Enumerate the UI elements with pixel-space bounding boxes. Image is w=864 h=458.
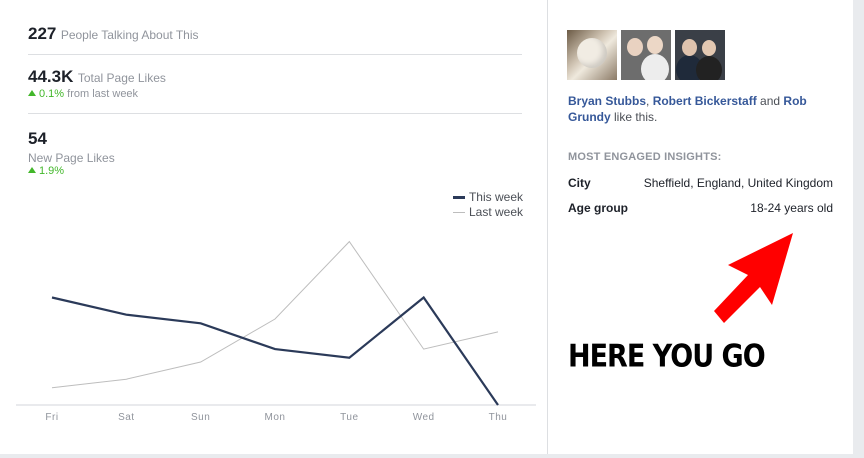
insight-label: Age group <box>568 201 628 215</box>
x-tick-label: Wed <box>413 412 435 423</box>
friends-like-text: Bryan Stubbs, Robert Bickerstaff and Rob… <box>568 93 838 125</box>
engagement-panel: Bryan Stubbs, Robert Bickerstaff and Rob… <box>548 0 853 454</box>
like-suffix: like this. <box>610 110 658 124</box>
friend-link[interactable]: Bryan Stubbs <box>568 94 646 108</box>
legend-label: This week <box>468 190 523 204</box>
separator: , <box>646 94 653 108</box>
insights-card: 227 People Talking About This 44.3K Tota… <box>0 0 548 454</box>
legend-item-this-week: This week <box>452 190 523 204</box>
friend-link[interactable]: Robert Bickerstaff <box>653 94 757 108</box>
last-week-line <box>51 240 499 389</box>
insights-title: MOST ENGAGED INSIGHTS: <box>568 151 722 163</box>
x-tick-label: Sat <box>118 412 135 423</box>
x-tick-label: Thu <box>489 412 508 423</box>
x-tick-label: Fri <box>45 412 58 423</box>
red-arrow-icon <box>714 233 793 323</box>
this-week-line <box>51 295 499 406</box>
likes-line-chart: Fri Sat Sun Mon Tue Wed Thu <box>16 240 536 423</box>
insight-value: 18-24 years old <box>750 201 833 215</box>
legend-swatch <box>452 211 465 213</box>
avatar[interactable] <box>621 30 671 80</box>
x-tick-label: Tue <box>340 412 358 423</box>
insight-label: City <box>568 176 591 190</box>
chart-legend: This week Last week <box>452 190 523 220</box>
avatar[interactable] <box>675 30 725 80</box>
annotation-text: HERE YOU GO <box>568 339 766 375</box>
x-tick-label: Mon <box>265 412 286 423</box>
legend-label: Last week <box>468 205 523 219</box>
legend-swatch <box>452 195 465 199</box>
insight-value: Sheffield, England, United Kingdom <box>643 176 833 190</box>
separator: and <box>756 94 784 108</box>
legend-item-last-week: Last week <box>452 205 523 219</box>
friend-avatars <box>567 30 725 80</box>
avatar[interactable] <box>567 30 617 80</box>
x-tick-label: Sun <box>191 412 210 423</box>
